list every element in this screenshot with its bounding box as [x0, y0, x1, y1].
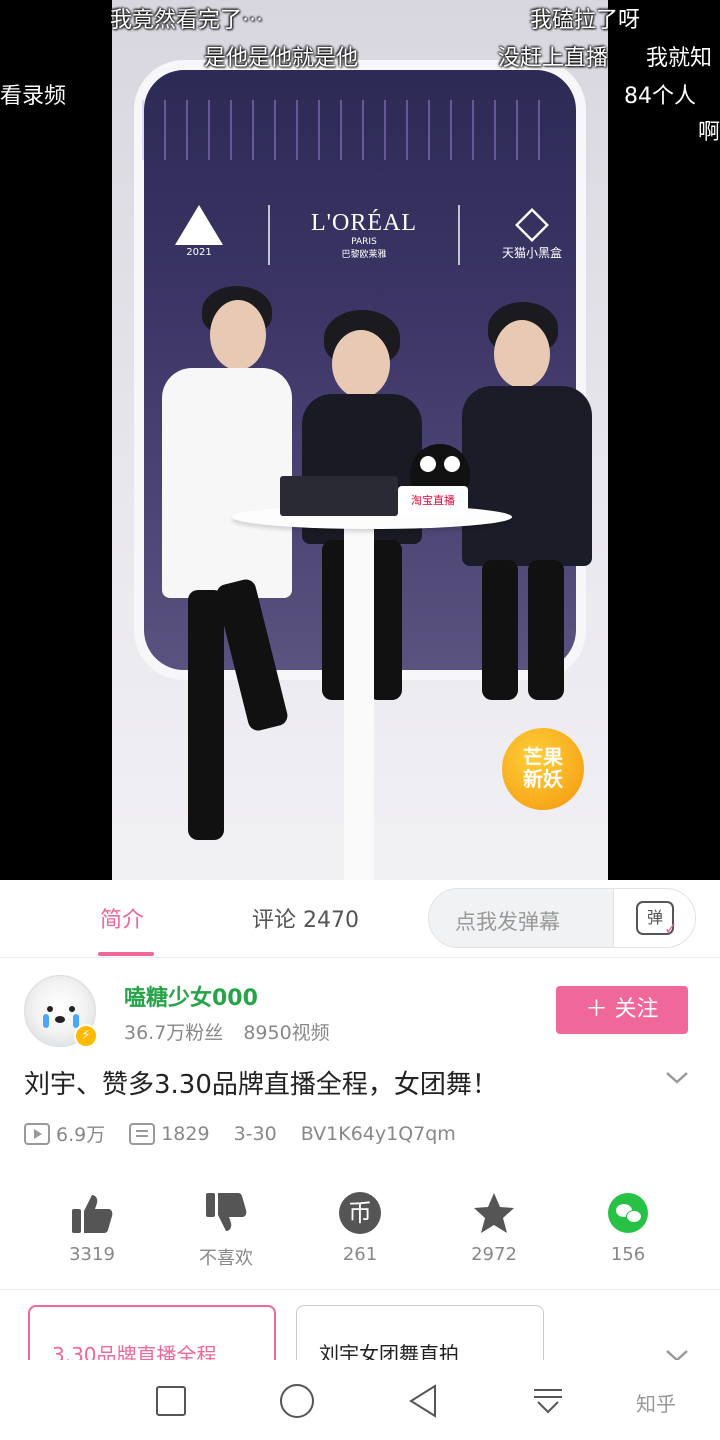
danmaku-comment: 我就知	[646, 46, 713, 71]
like-button[interactable]: 3319	[42, 1190, 142, 1265]
publish-date: 3-30	[233, 1122, 277, 1145]
video-meta: 6.9万 1829 3-30 BV1K64y1Q7qm	[24, 1120, 480, 1147]
tmall-logo: 天猫小黑盒	[502, 207, 562, 261]
tab-intro[interactable]: 简介	[100, 902, 144, 934]
thumbs-down-icon	[206, 1193, 247, 1231]
follow-button[interactable]: ＋ 关注	[556, 986, 688, 1034]
coin-button[interactable]: 币 261	[310, 1190, 410, 1265]
danmaku-comment: 是他是他就是他	[204, 46, 359, 71]
danmaku-input[interactable]: 点我发弹幕 弹 ✓	[428, 888, 696, 948]
share-count: 156	[610, 1244, 646, 1265]
coin-icon: 币	[339, 1192, 381, 1234]
check-icon: ✓	[664, 919, 678, 938]
mango-tv-badge: 芒果 新妖	[502, 728, 584, 810]
danmaku-comment: 我竟然看完了···	[110, 8, 263, 33]
danmaku-count: 1829	[161, 1122, 210, 1145]
thumbs-up-icon	[72, 1195, 113, 1233]
fan-count: 36.7万粉丝	[124, 1022, 224, 1044]
verified-lightning-icon: ⚡	[74, 1024, 98, 1048]
video-player[interactable]: 2021 L'ORÉAL PARIS 巴黎欧莱雅 天猫小黑盒 淘宝直播 芒果 新…	[0, 0, 720, 880]
person-left	[132, 280, 312, 860]
danmaku-comment: 啊	[698, 120, 720, 145]
chuang-logo: 2021	[172, 205, 226, 265]
view-count: 6.9万	[56, 1124, 106, 1146]
sponsor-divider	[267, 205, 270, 265]
episode-list: 3.30品牌直播全程 刘宇女团舞直拍	[0, 1290, 720, 1360]
table-sign-box	[280, 476, 398, 516]
danmaku-comment: 84个人	[624, 84, 696, 109]
video-title: 刘宇、赞多3.30品牌直播全程，女团舞！	[24, 1070, 498, 1100]
chevron-down-icon[interactable]	[664, 1064, 690, 1090]
like-count: 3319	[69, 1244, 115, 1265]
loreal-logo: L'ORÉAL PARIS 巴黎欧莱雅	[311, 210, 417, 260]
action-bar: 3319 不喜欢 币 261 2972 156	[0, 1180, 720, 1290]
danmaku-comment: 没赶上直播	[498, 46, 609, 71]
share-button[interactable]: 156	[578, 1190, 678, 1265]
video-count: 8950视频	[243, 1022, 330, 1044]
home-icon[interactable]	[280, 1384, 314, 1418]
favorite-button[interactable]: 2972	[444, 1190, 544, 1265]
notification-menu-icon[interactable]	[532, 1386, 564, 1418]
uploader-stats: 36.7万粉丝 8950视频	[124, 1018, 330, 1045]
danmaku-input-placeholder: 点我发弹幕	[455, 910, 560, 934]
dislike-button[interactable]: 不喜欢	[176, 1190, 276, 1270]
play-count-icon	[24, 1122, 50, 1145]
sponsor-divider	[458, 205, 461, 265]
table-leg	[344, 520, 374, 880]
star-icon	[474, 1193, 514, 1233]
wechat-icon	[608, 1193, 648, 1233]
tab-comments[interactable]: 评论 2470	[252, 902, 359, 934]
danmaku-count-icon	[129, 1122, 156, 1145]
sponsor-banner: 2021 L'ORÉAL PARIS 巴黎欧莱雅 天猫小黑盒	[172, 200, 562, 270]
dislike-label: 不喜欢	[199, 1248, 253, 1269]
uploader-name[interactable]: 嗑糖少女000	[124, 980, 258, 1012]
coin-count: 261	[342, 1244, 378, 1265]
danmaku-toggle-button[interactable]: 弹 ✓	[613, 889, 695, 947]
taobao-live-sign: 淘宝直播	[398, 486, 468, 514]
episode-item-1[interactable]: 3.30品牌直播全程	[28, 1305, 276, 1360]
danmaku-comment: 看录频	[0, 84, 67, 109]
back-icon[interactable]	[408, 1384, 438, 1418]
video-frame[interactable]: 2021 L'ORÉAL PARIS 巴黎欧莱雅 天猫小黑盒 淘宝直播 芒果 新…	[112, 0, 608, 880]
zhihu-watermark: 知乎	[636, 1392, 676, 1416]
danmaku-comment: 我磕拉了呀	[530, 8, 641, 33]
recent-apps-icon[interactable]	[156, 1386, 186, 1416]
episode-item-2[interactable]: 刘宇女团舞直拍	[296, 1305, 544, 1360]
favorite-count: 2972	[471, 1244, 517, 1265]
bvid: BV1K64y1Q7qm	[300, 1122, 456, 1145]
tab-active-indicator	[98, 952, 154, 956]
system-nav-bar: 知乎	[0, 1360, 720, 1440]
stage-lights	[142, 100, 552, 160]
